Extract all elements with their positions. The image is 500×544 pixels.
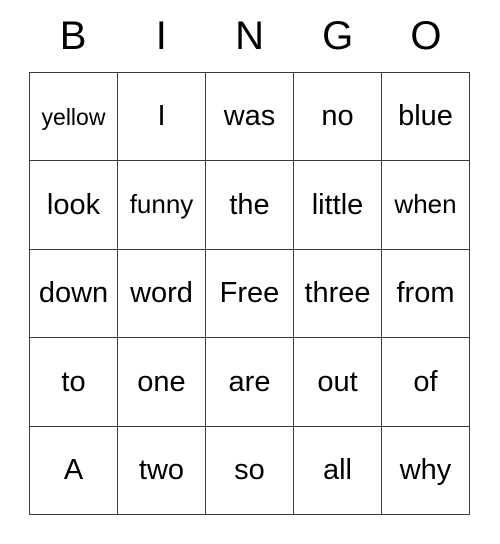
bingo-cell[interactable]: all: [294, 426, 382, 516]
bingo-cell-label: yellow: [41, 103, 106, 130]
bingo-row: down word Free three from: [30, 249, 470, 339]
header-letter-b: B: [59, 14, 87, 58]
bingo-cell[interactable]: so: [206, 426, 294, 516]
bingo-cell-label: three: [304, 277, 371, 310]
bingo-free-space[interactable]: Free: [206, 249, 294, 339]
bingo-cell-label: was: [223, 100, 276, 133]
bingo-cell-label: A: [63, 454, 84, 487]
bingo-cell[interactable]: why: [382, 426, 470, 516]
bingo-cell-label: blue: [398, 100, 453, 133]
bingo-header: B I N G O: [29, 0, 470, 72]
bingo-cell-label: to: [61, 365, 86, 398]
bingo-cell-label: from: [396, 277, 455, 310]
bingo-cell[interactable]: two: [118, 426, 206, 516]
bingo-cell[interactable]: funny: [118, 161, 206, 250]
bingo-grid: yellow I was no blue look funny the litt…: [29, 72, 470, 516]
header-letter-n: N: [235, 14, 264, 58]
bingo-cell-label: one: [137, 365, 186, 398]
header-letter-i: I: [155, 14, 167, 58]
bingo-cell[interactable]: look: [30, 161, 118, 250]
bingo-cell-label: so: [234, 454, 265, 487]
bingo-cell[interactable]: blue: [382, 73, 470, 162]
bingo-cell[interactable]: when: [382, 161, 470, 250]
bingo-cell[interactable]: to: [30, 338, 118, 427]
bingo-cell[interactable]: no: [294, 73, 382, 162]
bingo-cell-label: two: [138, 454, 185, 487]
bingo-cell-label: why: [399, 454, 452, 487]
bingo-cell[interactable]: from: [382, 249, 470, 339]
bingo-cell-label: funny: [129, 189, 194, 220]
bingo-cell-label: I: [157, 100, 166, 133]
bingo-cell-label: are: [228, 365, 271, 398]
header-letter-g: G: [322, 14, 354, 58]
bingo-row: A two so all why: [30, 426, 470, 516]
bingo-cell[interactable]: I: [118, 73, 206, 162]
bingo-cell[interactable]: are: [206, 338, 294, 427]
bingo-cell[interactable]: down: [30, 249, 118, 339]
bingo-cell-label: when: [394, 189, 457, 220]
bingo-cell[interactable]: the: [206, 161, 294, 250]
bingo-cell[interactable]: of: [382, 338, 470, 427]
bingo-cell-label: look: [46, 188, 101, 221]
bingo-cell-label: out: [317, 365, 358, 398]
bingo-row: to one are out of: [30, 338, 470, 427]
bingo-cell-label: of: [413, 365, 438, 398]
bingo-cell[interactable]: out: [294, 338, 382, 427]
bingo-cell-label: no: [321, 100, 354, 133]
bingo-free-space-label: Free: [219, 277, 280, 310]
bingo-cell[interactable]: word: [118, 249, 206, 339]
bingo-cell[interactable]: three: [294, 249, 382, 339]
bingo-cell[interactable]: one: [118, 338, 206, 427]
bingo-cell-label: all: [322, 454, 352, 487]
bingo-cell-label: down: [38, 277, 109, 310]
bingo-cell-label: little: [311, 188, 364, 221]
bingo-cell[interactable]: little: [294, 161, 382, 250]
bingo-cell[interactable]: A: [30, 426, 118, 516]
bingo-card: B I N G O yellow I was no blue look funn…: [29, 0, 470, 516]
header-letter-o: O: [410, 14, 442, 58]
bingo-cell[interactable]: was: [206, 73, 294, 162]
bingo-cell[interactable]: yellow: [30, 73, 118, 162]
bingo-row: yellow I was no blue: [30, 73, 470, 162]
bingo-cell-label: word: [130, 277, 193, 310]
bingo-cell-label: the: [229, 188, 270, 221]
bingo-row: look funny the little when: [30, 161, 470, 250]
